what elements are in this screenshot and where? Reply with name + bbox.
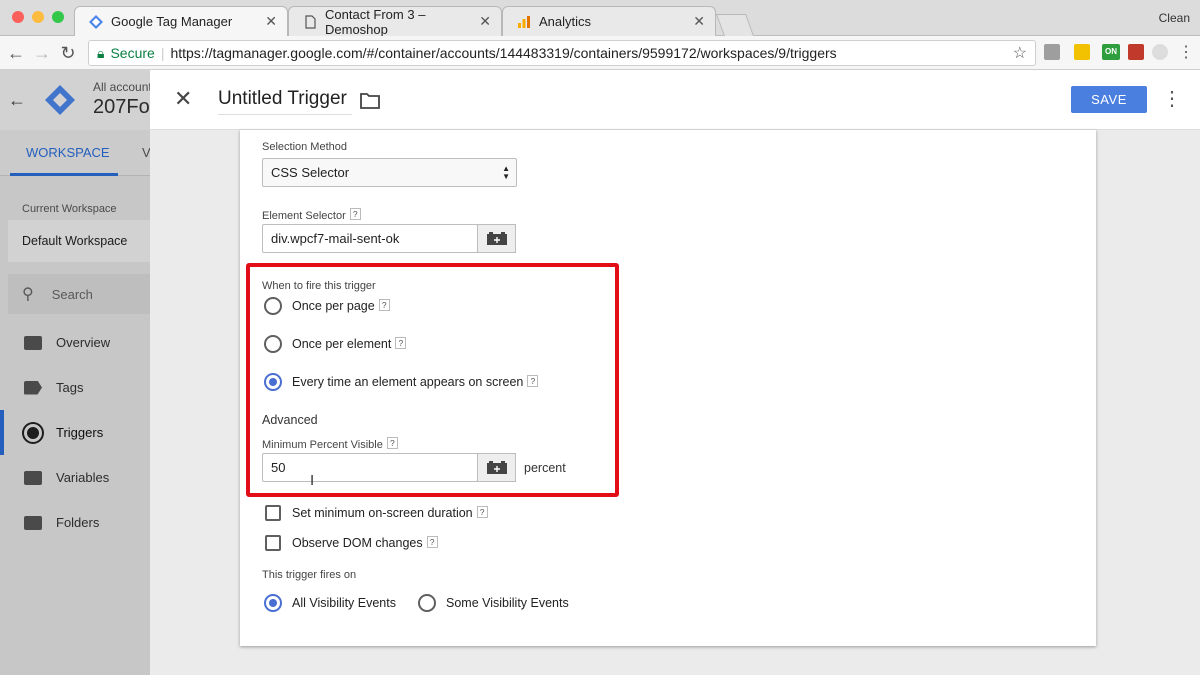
separator: | bbox=[160, 45, 165, 61]
checkbox-text: Observe DOM changes bbox=[292, 536, 423, 550]
gtm-favicon-icon bbox=[89, 14, 103, 29]
close-panel-icon[interactable]: ✕ bbox=[174, 86, 192, 112]
back-icon[interactable]: ← bbox=[6, 43, 26, 64]
page-icon bbox=[305, 14, 316, 29]
checkbox-label: Set minimum on-screen duration? bbox=[292, 506, 488, 520]
checkbox-observe-dom[interactable]: Observe DOM changes? bbox=[265, 535, 438, 551]
red-highlight-box bbox=[246, 263, 619, 497]
address-bar[interactable]: 🔒︎ Secure | https://tagmanager.google.co… bbox=[88, 40, 1036, 66]
fires-on-option-label: All Visibility Events bbox=[292, 596, 396, 610]
selection-method-value: CSS Selector bbox=[271, 165, 350, 180]
bookmark-star-icon[interactable]: ☆ bbox=[1013, 43, 1027, 63]
element-selector-input[interactable]: div.wpcf7-mail-sent-ok bbox=[262, 224, 478, 253]
fires-on-some-events[interactable]: Some Visibility Events bbox=[418, 594, 569, 612]
element-selector-label: Element Selector? bbox=[262, 208, 361, 222]
help-icon[interactable]: ? bbox=[476, 506, 488, 518]
checkbox-min-duration[interactable]: Set minimum on-screen duration? bbox=[265, 505, 488, 521]
tab-label: Analytics bbox=[539, 14, 592, 29]
save-button[interactable]: SAVE bbox=[1071, 86, 1147, 113]
tab-label: Contact From 3 – Demoshop bbox=[325, 6, 426, 37]
checkbox-text: Set minimum on-screen duration bbox=[292, 506, 473, 520]
tab-contact-form[interactable]: Contact From 3 – Demoshop ✕ bbox=[288, 6, 502, 37]
extension-tag-icon[interactable] bbox=[1074, 44, 1090, 60]
selection-method-label: Selection Method bbox=[262, 141, 347, 153]
new-tab-button[interactable] bbox=[715, 14, 755, 36]
more-options-icon[interactable]: ⋮ bbox=[1162, 86, 1182, 111]
minimize-window-button[interactable] bbox=[32, 11, 44, 23]
close-tab-icon[interactable]: ✕ bbox=[693, 13, 705, 30]
folder-icon[interactable] bbox=[360, 92, 380, 109]
fires-on-label: This trigger fires on bbox=[262, 569, 357, 581]
help-icon[interactable]: ? bbox=[349, 208, 361, 220]
maximize-window-button[interactable] bbox=[52, 11, 64, 23]
tab-label: Google Tag Manager bbox=[111, 14, 233, 29]
background-scrim bbox=[0, 70, 150, 675]
checkbox-label: Observe DOM changes? bbox=[292, 536, 438, 550]
browser-toolbar: ← → ↻ 🔒︎ Secure | https://tagmanager.goo… bbox=[0, 36, 1200, 70]
profile-name[interactable]: Clean bbox=[1159, 11, 1190, 25]
radio-button-selected[interactable] bbox=[264, 594, 282, 612]
close-tab-icon[interactable]: ✕ bbox=[479, 13, 491, 30]
fires-on-all-events[interactable]: All Visibility Events bbox=[264, 594, 396, 612]
forward-icon[interactable]: → bbox=[32, 43, 52, 64]
element-selector-label-text: Element Selector bbox=[262, 210, 346, 222]
extension-flag-icon[interactable] bbox=[1128, 44, 1144, 60]
radio-button[interactable] bbox=[418, 594, 436, 612]
lock-icon: 🔒︎ bbox=[97, 44, 105, 61]
analytics-icon bbox=[518, 15, 530, 28]
selection-method-select[interactable]: CSS Selector ▲ ▼ bbox=[262, 158, 517, 187]
url-text[interactable]: https://tagmanager.google.com/#/containe… bbox=[170, 45, 836, 61]
tab-google-tag-manager[interactable]: Google Tag Manager ✕ bbox=[74, 6, 288, 36]
browser-menu-icon[interactable]: ⋮ bbox=[1178, 42, 1194, 62]
checkbox[interactable] bbox=[265, 535, 281, 551]
browser-tab-bar: Google Tag Manager ✕ Contact From 3 – De… bbox=[0, 0, 1200, 37]
extension-on-badge[interactable]: ON bbox=[1102, 44, 1120, 60]
reload-icon[interactable]: ↻ bbox=[58, 43, 78, 64]
extension-ghost-icon[interactable] bbox=[1152, 44, 1168, 60]
select-arrows-icon: ▲ ▼ bbox=[502, 163, 510, 181]
secure-label: Secure bbox=[110, 45, 155, 61]
fires-on-option-label: Some Visibility Events bbox=[446, 596, 569, 610]
trigger-name-input[interactable]: Untitled Trigger bbox=[218, 88, 352, 115]
element-selector-value: div.wpcf7-mail-sent-ok bbox=[271, 231, 400, 246]
help-icon[interactable]: ? bbox=[426, 536, 438, 548]
close-tab-icon[interactable]: ✕ bbox=[265, 13, 277, 30]
checkbox[interactable] bbox=[265, 505, 281, 521]
extension-code-icon[interactable] bbox=[1044, 44, 1060, 60]
insert-variable-button[interactable] bbox=[477, 224, 516, 253]
close-window-button[interactable] bbox=[12, 11, 24, 23]
tab-analytics[interactable]: Analytics ✕ bbox=[502, 6, 716, 36]
variable-block-icon bbox=[486, 232, 507, 245]
panel-header: ✕ Untitled Trigger ⋮ bbox=[150, 70, 1200, 130]
